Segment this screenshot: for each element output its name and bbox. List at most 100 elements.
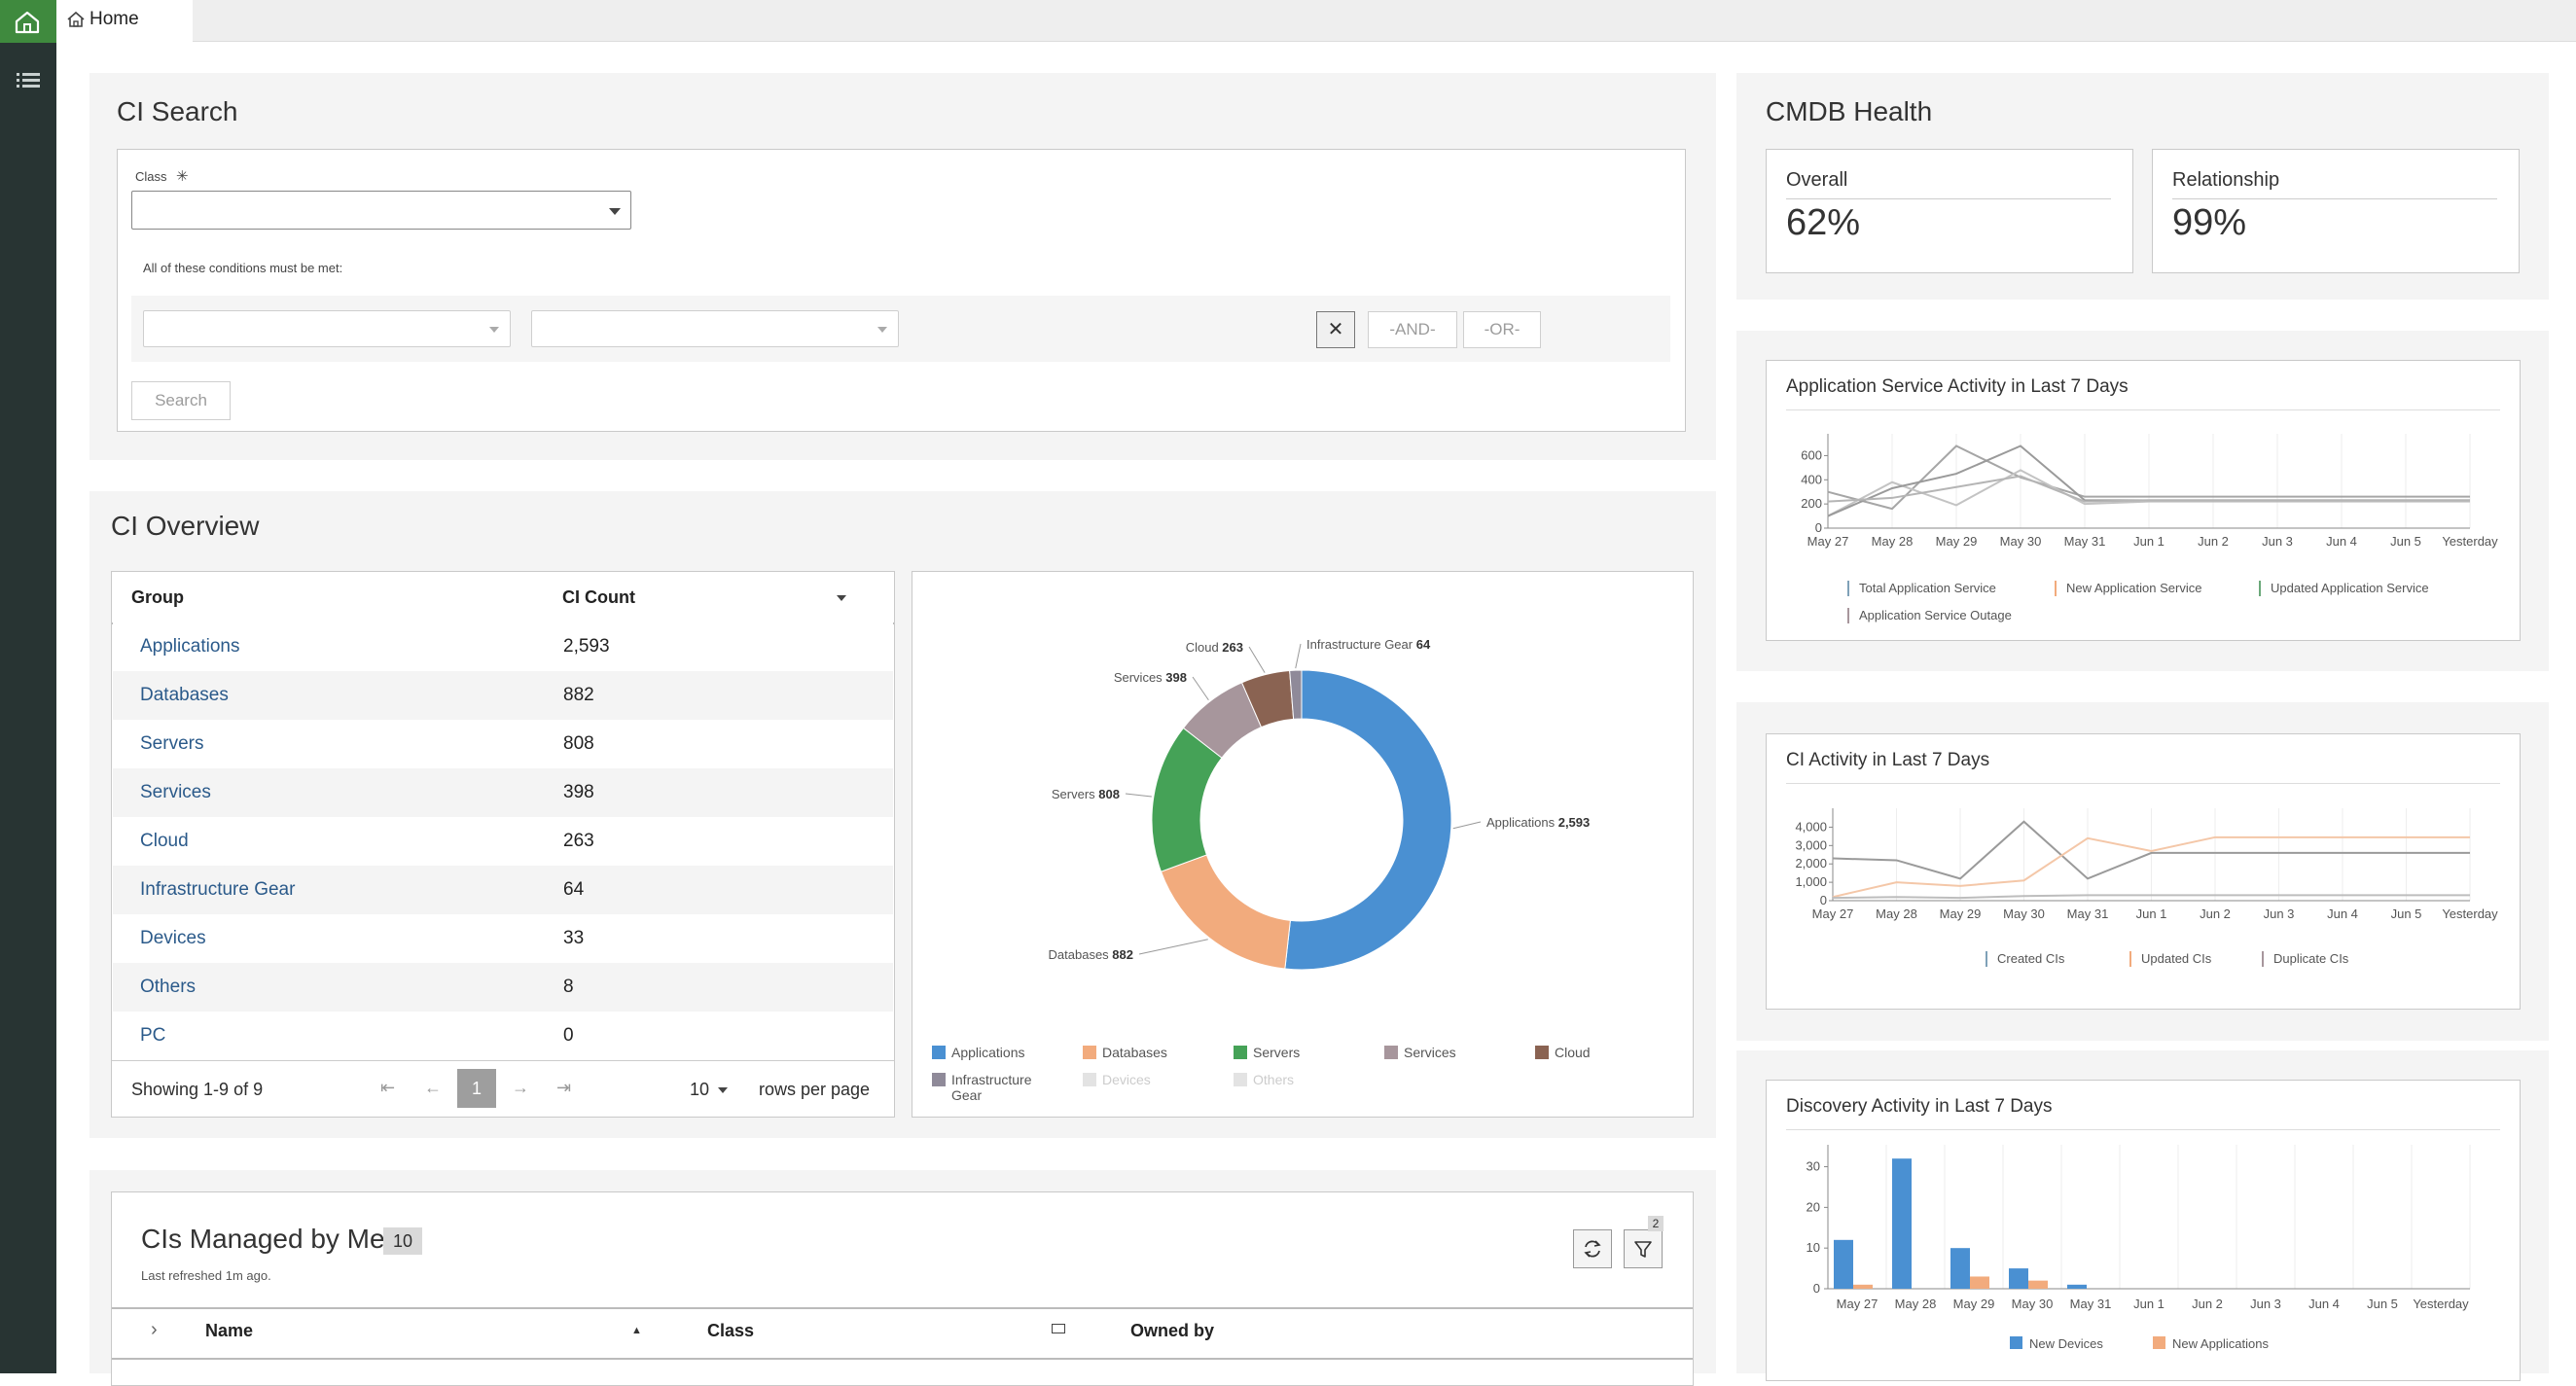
x-tick-label: May 28 <box>1872 534 1914 549</box>
legend-item[interactable]: Services <box>1404 1045 1456 1060</box>
x-tick-label: Jun 4 <box>2327 906 2358 921</box>
legend-item[interactable]: Applications <box>951 1045 1025 1060</box>
next-page-icon[interactable]: → <box>512 1078 529 1098</box>
or-button[interactable]: -OR- <box>1463 311 1541 348</box>
bar[interactable] <box>2067 1284 2087 1289</box>
column-class[interactable]: Class <box>707 1321 754 1341</box>
y-tick-label: 600 <box>1801 447 1822 462</box>
ci-search-title: CI Search <box>117 96 238 126</box>
filter-button[interactable] <box>1624 1229 1663 1268</box>
bar[interactable] <box>1970 1276 1989 1289</box>
legend-item[interactable]: Updated Application Service <box>2271 581 2429 595</box>
legend-item[interactable]: New Applications <box>2172 1336 2269 1351</box>
donut-slice-applications[interactable] <box>1284 669 1452 971</box>
legend-item[interactable]: New Devices <box>2029 1336 2103 1351</box>
rows-per-page-select[interactable]: 10 <box>690 1071 738 1106</box>
relationship-value: 99% <box>2172 202 2247 243</box>
legend-item[interactable]: Application Service Outage <box>1859 608 2012 622</box>
ci-count-value: 263 <box>563 831 594 851</box>
group-link[interactable]: Services <box>140 782 211 803</box>
group-link[interactable]: Databases <box>140 685 229 706</box>
table-row[interactable]: Applications 2,593 <box>113 622 893 671</box>
remove-condition-button[interactable]: ✕ <box>1316 311 1355 348</box>
first-page-icon[interactable]: ⇤ <box>380 1078 395 1098</box>
search-button[interactable]: Search <box>131 381 231 420</box>
legend-item[interactable]: Created CIs <box>1997 951 2065 966</box>
bar[interactable] <box>1950 1248 1970 1289</box>
legend-item[interactable]: Servers <box>1253 1045 1300 1060</box>
legend-item[interactable]: Infrastructure Gear <box>951 1072 1031 1103</box>
sort-desc-icon[interactable] <box>837 595 846 601</box>
table-row[interactable]: Services 398 <box>113 768 893 817</box>
x-tick-label: May 29 <box>1936 534 1978 549</box>
sort-asc-icon[interactable]: ▲ <box>631 1325 642 1336</box>
relationship-kpi-card[interactable]: Relationship 99% <box>2152 149 2520 273</box>
operator-select[interactable] <box>531 310 899 347</box>
tab-home[interactable]: Home <box>56 0 193 42</box>
legend-item[interactable]: Updated CIs <box>2141 951 2212 966</box>
leader-line <box>1125 793 1152 798</box>
bar[interactable] <box>1834 1239 1853 1289</box>
table-row[interactable]: Devices 33 <box>113 914 893 963</box>
legend-item[interactable]: Total Application Service <box>1859 581 1996 595</box>
group-link[interactable]: Cloud <box>140 831 189 852</box>
overall-kpi-card[interactable]: Overall 62% <box>1766 149 2133 273</box>
showing-text: Showing 1-9 of 9 <box>131 1080 264 1099</box>
class-select[interactable] <box>131 191 631 230</box>
bar[interactable] <box>2009 1268 2028 1289</box>
current-page-button[interactable]: 1 <box>457 1069 496 1108</box>
ci-overview-table: Group CI Count Applications 2,593 Database… <box>111 571 895 1118</box>
column-ci-count[interactable]: CI Count <box>562 587 635 608</box>
column-name[interactable]: Name <box>205 1321 253 1341</box>
group-link[interactable]: Infrastructure Gear <box>140 879 295 901</box>
legend-swatch <box>1234 1073 1247 1086</box>
home-rail-button[interactable] <box>0 0 56 43</box>
group-link[interactable]: Servers <box>140 733 203 755</box>
column-menu-icon[interactable] <box>1052 1324 1065 1333</box>
table-row[interactable]: Others 8 <box>113 963 893 1012</box>
list-icon <box>17 73 40 88</box>
filter-count-badge: 2 <box>1648 1216 1664 1231</box>
column-group[interactable]: Group <box>131 587 184 608</box>
table-row[interactable]: Servers 808 <box>113 720 893 768</box>
and-button[interactable]: -AND- <box>1368 311 1457 348</box>
x-tick-label: Yesterday <box>2413 1297 2469 1311</box>
x-tick-label: May 27 <box>1837 1297 1878 1311</box>
legend-item[interactable]: Devices <box>1102 1072 1151 1087</box>
leader-line <box>1452 821 1482 830</box>
prev-page-icon[interactable]: ← <box>424 1078 442 1098</box>
group-link[interactable]: Others <box>140 977 196 998</box>
expand-icon[interactable]: › <box>151 1319 158 1341</box>
legend-item[interactable]: Duplicate CIs <box>2273 951 2349 966</box>
legend-item[interactable]: Databases <box>1102 1045 1167 1060</box>
slice-label: Cloud 263 <box>1186 640 1243 655</box>
refresh-button[interactable] <box>1573 1229 1612 1268</box>
field-select[interactable] <box>143 310 511 347</box>
legend-item[interactable]: New Application Service <box>2066 581 2201 595</box>
legend-item[interactable]: Others <box>1253 1072 1294 1087</box>
table-row[interactable]: Cloud 263 <box>113 817 893 866</box>
legend-swatch <box>932 1073 946 1086</box>
bar[interactable] <box>1853 1284 1873 1289</box>
cmdb-health-title: CMDB Health <box>1766 96 1933 126</box>
bar[interactable] <box>2028 1280 2048 1289</box>
ci-activity-panel: CI Activity in Last 7 Days May 27 May 28 M… <box>1736 702 2549 1041</box>
legend-item[interactable]: Cloud <box>1555 1045 1591 1060</box>
last-page-icon[interactable]: ⇥ <box>556 1078 571 1098</box>
close-icon: ✕ <box>1327 319 1344 340</box>
list-menu-button[interactable] <box>0 64 56 97</box>
group-link[interactable]: Devices <box>140 928 206 949</box>
slice-label: Servers 808 <box>1052 787 1120 801</box>
table-row[interactable]: Infrastructure Gear 64 <box>113 866 893 914</box>
y-tick-label: 200 <box>1801 496 1822 511</box>
table-row[interactable]: PC 0 <box>113 1012 893 1060</box>
column-owned-by[interactable]: Owned by <box>1130 1321 1214 1341</box>
group-link[interactable]: PC <box>140 1025 165 1047</box>
table-row[interactable]: Databases 882 <box>113 671 893 720</box>
group-link[interactable]: Applications <box>140 636 239 657</box>
ci-donut-card: Applications 2,593 Databases 882 Servers 8… <box>912 571 1694 1118</box>
legend-swatch <box>932 1046 946 1059</box>
overall-value: 62% <box>1786 202 1861 243</box>
donut-slice-databases[interactable] <box>1160 854 1291 970</box>
bar[interactable] <box>1892 1158 1912 1289</box>
